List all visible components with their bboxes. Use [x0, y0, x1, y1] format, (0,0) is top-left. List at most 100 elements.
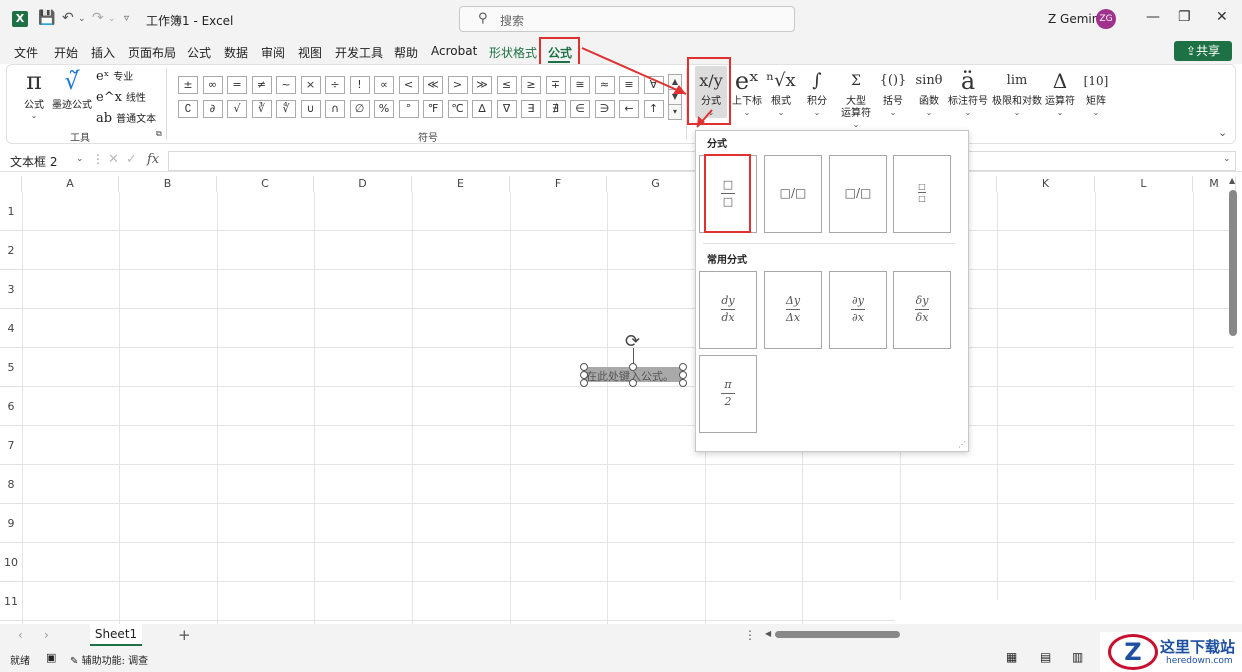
grid-line — [22, 308, 1234, 309]
sheet-tab[interactable]: Sheet1 — [90, 624, 142, 646]
name-box-chevron-icon[interactable]: ⌄ — [76, 154, 84, 164]
common-fraction-option[interactable]: δy δx — [893, 271, 951, 349]
column-header[interactable]: E — [412, 176, 510, 192]
resize-handle[interactable] — [679, 379, 687, 387]
resize-grip-icon[interactable]: ⋰ — [958, 440, 966, 449]
watermark-text: 这里下载站 — [1160, 638, 1236, 656]
placeholder-box-icon: □ — [918, 182, 926, 191]
common-fraction-option[interactable]: ∂y ∂x — [829, 271, 887, 349]
grid-line — [412, 192, 413, 624]
common-fraction-option[interactable]: dy dx — [699, 271, 757, 349]
column-header[interactable]: D — [314, 176, 412, 192]
grid-line — [1193, 192, 1194, 624]
common-fraction-option[interactable]: π2 — [699, 355, 757, 433]
grid-line — [22, 581, 1234, 582]
accessibility-status[interactable]: ✎ 辅助功能: 调查 — [70, 652, 148, 667]
resize-handle[interactable] — [629, 379, 637, 387]
expand-formula-bar-icon[interactable]: ⌄ — [1223, 154, 1231, 164]
row-header[interactable]: 4 — [0, 309, 22, 348]
skewed-fraction-option[interactable]: □/□ — [764, 155, 822, 233]
next-sheet-icon[interactable]: › — [44, 628, 49, 642]
add-sheet-icon[interactable]: + — [178, 626, 191, 644]
column-header[interactable]: K — [997, 176, 1095, 192]
watermark-url: heredown.com — [1166, 656, 1233, 666]
resize-handle[interactable] — [679, 363, 687, 371]
row-header[interactable]: 2 — [0, 231, 22, 270]
grid-line — [510, 192, 511, 624]
resize-handle[interactable] — [679, 371, 687, 379]
section-divider — [703, 243, 955, 244]
enter-icon: ✓ — [126, 152, 137, 167]
resize-handle[interactable] — [580, 379, 588, 387]
accessibility-label: 辅助功能: 调查 — [81, 656, 149, 667]
macro-record-icon[interactable]: ▣ — [46, 651, 56, 664]
small-fraction-option[interactable]: □ □ — [893, 155, 951, 233]
grid-line — [997, 192, 998, 624]
column-header[interactable]: A — [22, 176, 119, 192]
more-icon: ⋮ — [92, 152, 104, 166]
more-options-icon[interactable]: ⋮ — [744, 628, 756, 642]
grid-line — [1095, 192, 1096, 624]
prev-sheet-icon[interactable]: ‹ — [18, 628, 23, 642]
fraction-numerator: Δy — [785, 294, 801, 307]
rotate-handle-icon[interactable]: ⟳ — [625, 331, 640, 352]
cancel-icon: ✕ — [108, 152, 119, 167]
row-header[interactable]: 3 — [0, 270, 22, 309]
resize-handle[interactable] — [580, 371, 588, 379]
accessibility-icon: ✎ — [70, 656, 79, 667]
column-header[interactable]: C — [217, 176, 314, 192]
grid-line — [119, 192, 120, 624]
worksheet-grid[interactable]: ABCDEFGHIJKLM1234567891011 — [0, 176, 1242, 624]
row-header[interactable]: 6 — [0, 387, 22, 426]
grid-line — [22, 192, 23, 624]
vertical-scrollbar[interactable] — [1229, 190, 1237, 336]
linear-fraction-icon: □/□ — [844, 186, 872, 200]
select-all-corner[interactable] — [0, 176, 22, 192]
fraction-denominator: δx — [915, 311, 929, 324]
horizontal-scrollbar[interactable] — [775, 631, 900, 638]
grid-line — [22, 230, 1234, 231]
highlight-box-stacked-fraction — [704, 154, 751, 233]
normal-view-icon[interactable]: ▦ — [1006, 650, 1017, 664]
ready-status: 就绪 — [10, 656, 30, 667]
grid-line — [22, 269, 1234, 270]
resize-handle[interactable] — [580, 363, 588, 371]
grid-line — [22, 425, 1234, 426]
fraction-denominator: 2 — [724, 395, 732, 408]
page-layout-view-icon[interactable]: ▤ — [1040, 650, 1051, 664]
placeholder-box-icon: □ — [918, 194, 926, 203]
linear-fraction-option[interactable]: □/□ — [829, 155, 887, 233]
grid-line — [314, 192, 315, 624]
scroll-up-icon[interactable]: ▲ — [1229, 176, 1235, 185]
row-header[interactable]: 8 — [0, 465, 22, 504]
page-break-view-icon[interactable]: ▥ — [1072, 650, 1083, 664]
common-fraction-option[interactable]: Δy Δx — [764, 271, 822, 349]
row-header[interactable]: 7 — [0, 426, 22, 465]
watermark-logo-icon: Z — [1108, 634, 1158, 670]
fraction-denominator: ∂x — [852, 311, 864, 324]
fraction-numerator: dy — [721, 294, 735, 307]
column-header[interactable]: L — [1095, 176, 1193, 192]
column-header[interactable]: F — [510, 176, 607, 192]
fraction-numerator: δy — [915, 294, 929, 307]
row-header[interactable]: 1 — [0, 192, 22, 231]
row-header[interactable]: 5 — [0, 348, 22, 387]
grid-line — [22, 503, 1234, 504]
fraction-denominator: Δx — [785, 311, 801, 324]
row-header[interactable]: 11 — [0, 582, 22, 621]
row-header[interactable]: 9 — [0, 504, 22, 543]
resize-handle[interactable] — [629, 363, 637, 371]
fraction-denominator: dx — [721, 311, 735, 324]
grid-line — [22, 386, 1234, 387]
insert-function-button[interactable]: fx — [147, 152, 159, 167]
column-header[interactable]: B — [119, 176, 217, 192]
common-fraction-section-title: 常用分式 — [707, 255, 747, 266]
grid-line — [22, 542, 1234, 543]
column-header[interactable]: G — [607, 176, 705, 192]
fraction-section-title: 分式 — [707, 139, 727, 150]
skewed-fraction-icon: □/□ — [779, 186, 807, 200]
row-header[interactable]: 10 — [0, 543, 22, 582]
hscroll-left-icon[interactable]: ◀ — [765, 629, 771, 638]
fraction-numerator: ∂y — [852, 294, 864, 307]
grid-line — [607, 192, 608, 624]
